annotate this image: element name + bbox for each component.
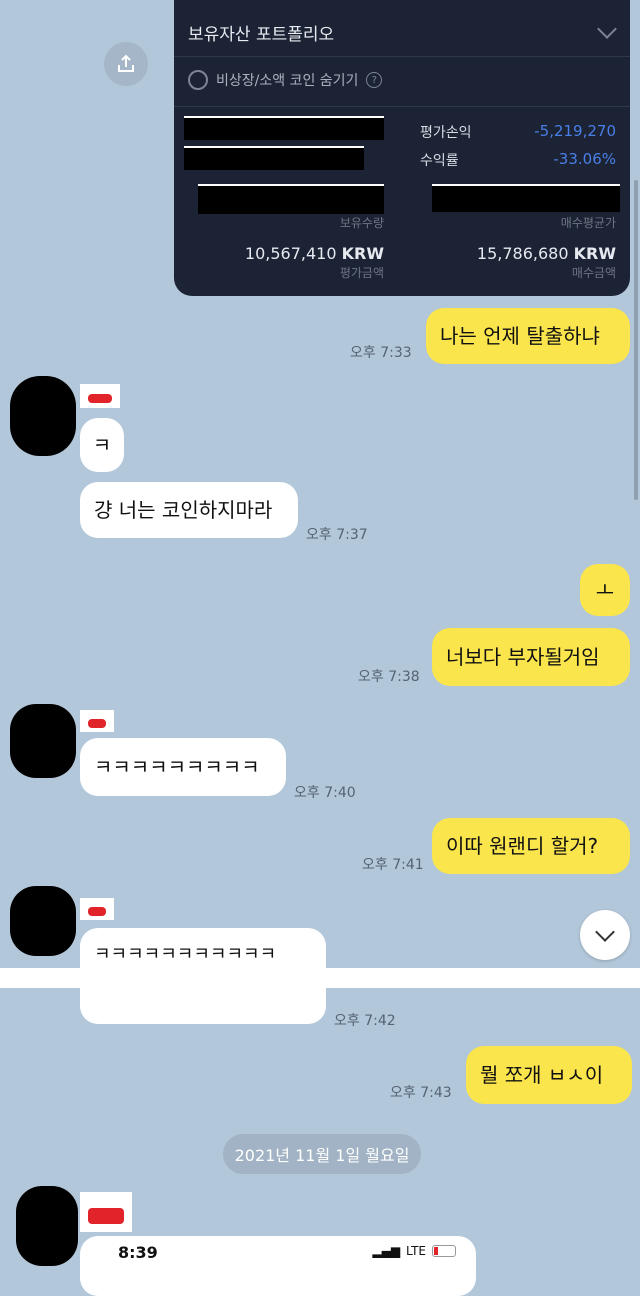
friend-name-redacted xyxy=(80,384,120,408)
help-icon[interactable]: ? xyxy=(366,72,383,88)
share-button[interactable] xyxy=(104,42,148,86)
return-label: 수익률 xyxy=(420,153,459,169)
buy-amount-value: 15,786,680 xyxy=(476,244,569,263)
friend-name-redacted xyxy=(80,710,114,732)
friend-avatar[interactable] xyxy=(10,704,76,778)
redacted-avg-price xyxy=(432,184,620,212)
buy-amount-unit: KRW xyxy=(573,244,616,263)
shared-image-message[interactable]: 8:39 ▂▄▆ LTE xyxy=(80,1236,476,1296)
buy-amount-label: 매수금액 xyxy=(571,266,616,280)
eval-amount-label: 평가금액 xyxy=(339,266,384,280)
holdings-label: 보유수량 xyxy=(339,216,384,230)
message-time: 오후 7:42 xyxy=(334,1013,396,1029)
portfolio-title: 보유자산 포트폴리오 xyxy=(188,25,335,45)
buy-amount: 15,786,680 KRW xyxy=(477,244,616,263)
message-time: 오후 7:40 xyxy=(294,785,356,801)
avg-buy-label: 매수평균가 xyxy=(560,216,616,230)
screenshot-seam xyxy=(0,968,640,988)
embedded-status-bar: ▂▄▆ LTE xyxy=(372,1244,456,1258)
eval-amount-value: 10,567,410 xyxy=(244,244,337,263)
chevron-down-icon[interactable] xyxy=(597,19,617,39)
friend-name-redacted xyxy=(80,898,114,920)
my-message-bubble[interactable]: 뭘 쪼개 ㅂㅅ이 xyxy=(466,1046,632,1104)
hide-small-coins-toggle[interactable]: 비상장/소액 코인 숨기기 ? xyxy=(188,70,383,90)
embedded-status-time: 8:39 xyxy=(118,1243,158,1262)
date-separator: 2021년 11월 1일 월요일 xyxy=(223,1134,421,1174)
redacted-coin-code xyxy=(184,146,364,170)
message-time: 오후 7:43 xyxy=(390,1085,452,1101)
eval-amount: 10,567,410 KRW xyxy=(245,244,384,263)
share-icon xyxy=(118,54,134,72)
eval-pl-value: -5,219,270 xyxy=(534,122,616,140)
my-message-bubble[interactable]: 나는 언제 탈출하냐 xyxy=(426,308,630,364)
scroll-down-button[interactable] xyxy=(580,910,630,960)
friend-message-bubble[interactable]: ㅋ xyxy=(80,418,124,472)
hide-small-coins-label: 비상장/소액 코인 숨기기 xyxy=(216,73,359,89)
battery-icon xyxy=(432,1245,456,1257)
portfolio-card: 보유자산 포트폴리오 비상장/소액 코인 숨기기 ? 평가손익 -5,219,2… xyxy=(174,0,630,296)
return-value: -33.06% xyxy=(553,150,616,168)
my-message-bubble[interactable]: ㅗ xyxy=(580,564,630,616)
chevron-down-icon xyxy=(595,922,615,942)
message-time: 오후 7:37 xyxy=(306,527,368,543)
my-message-bubble[interactable]: 이따 원랜디 할거? xyxy=(432,818,630,874)
message-time: 오후 7:33 xyxy=(350,345,412,361)
friend-avatar[interactable] xyxy=(16,1186,78,1266)
friend-avatar[interactable] xyxy=(10,886,76,956)
redacted-coin-name xyxy=(184,116,384,140)
radio-icon[interactable] xyxy=(188,70,208,90)
chat-scrollbar[interactable] xyxy=(634,180,638,500)
friend-name-redacted xyxy=(80,1192,132,1232)
message-time: 오후 7:38 xyxy=(358,669,420,685)
eval-pl-label: 평가손익 xyxy=(420,125,472,141)
signal-icon: ▂▄▆ xyxy=(372,1244,401,1258)
network-label: LTE xyxy=(406,1244,426,1258)
friend-message-bubble[interactable]: 걍 너는 코인하지마라 xyxy=(80,482,298,538)
my-message-bubble[interactable]: 너보다 부자될거임 xyxy=(432,628,630,686)
message-time: 오후 7:41 xyxy=(362,857,424,873)
eval-amount-unit: KRW xyxy=(341,244,384,263)
friend-message-bubble[interactable]: ㅋㅋㅋㅋㅋㅋㅋㅋㅋ xyxy=(80,738,286,796)
friend-avatar[interactable] xyxy=(10,376,76,456)
redacted-holdings xyxy=(198,184,384,214)
